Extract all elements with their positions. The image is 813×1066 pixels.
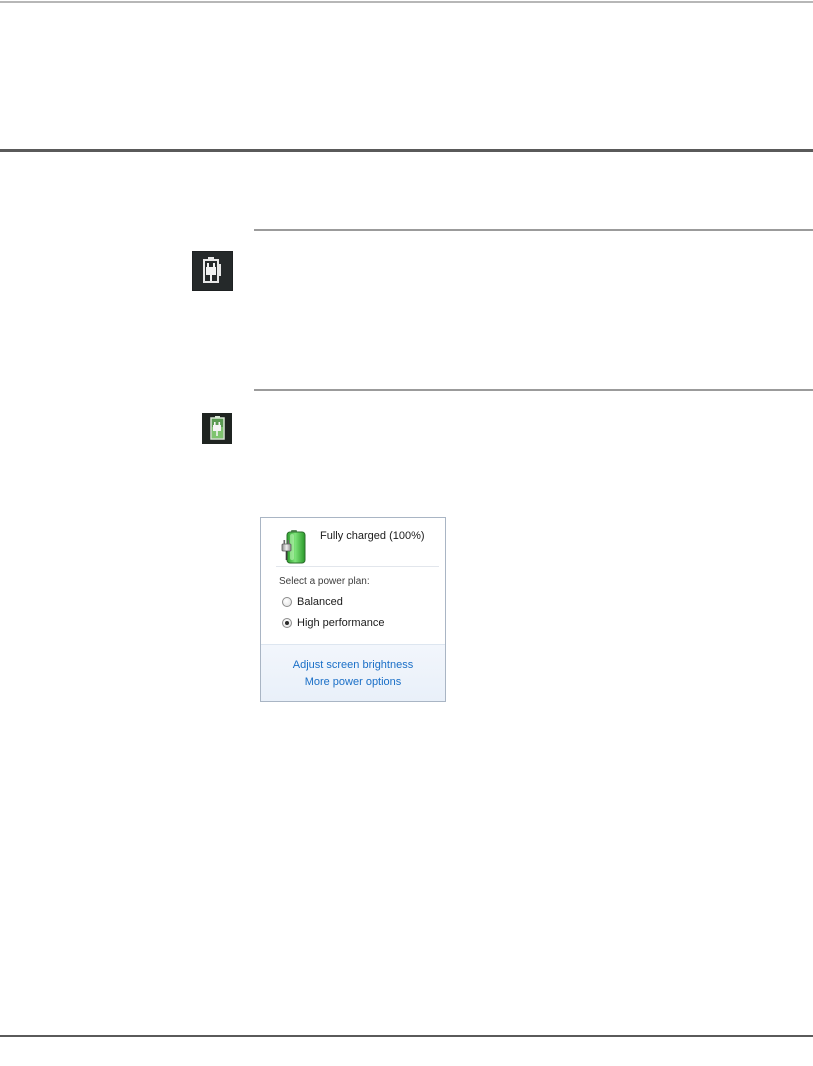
power-plan-label: Select a power plan: (279, 576, 370, 587)
battery-plug-icon (202, 413, 232, 444)
footer-rule (0, 1035, 813, 1037)
battery-meter-popup: Fully charged (100%) Select a power plan… (260, 517, 446, 702)
balanced-radio[interactable] (282, 597, 292, 607)
power-plan-balanced-option[interactable]: Balanced (282, 594, 343, 610)
battery-charged-icon (281, 530, 306, 564)
top-rule (0, 1, 813, 3)
header-rule (0, 149, 813, 152)
high-performance-radio[interactable] (282, 618, 292, 628)
adjust-screen-brightness-link[interactable]: Adjust screen brightness (261, 659, 445, 671)
popup-divider (276, 566, 439, 567)
balanced-label: Balanced (297, 596, 343, 608)
popup-footer: Adjust screen brightness More power opti… (261, 644, 445, 701)
more-power-options-link[interactable]: More power options (261, 676, 445, 688)
section-rule-ac-power (254, 229, 813, 231)
section-rule-battery (254, 389, 813, 391)
battery-status-text: Fully charged (100%) (320, 530, 425, 542)
power-plan-high-performance-option[interactable]: High performance (282, 615, 384, 631)
ac-power-plug-icon (192, 251, 233, 291)
high-performance-label: High performance (297, 617, 385, 629)
